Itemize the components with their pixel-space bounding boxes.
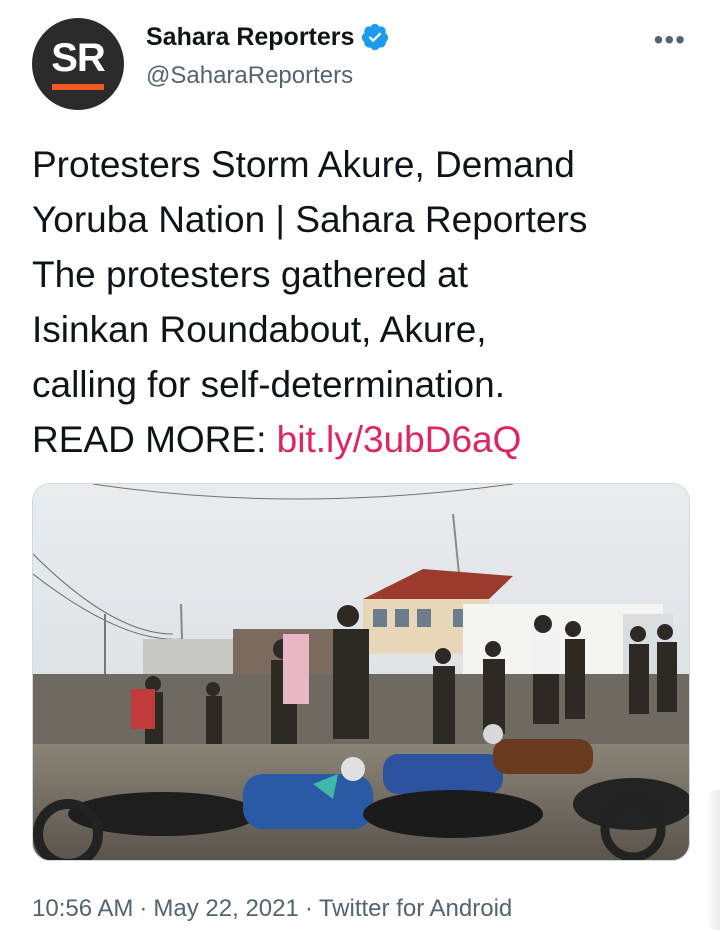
tweet-metadata: 10:56 AM · May 22, 2021 · Twitter for Androi… — [32, 895, 512, 923]
tweet-text: Protesters Storm Akure, Demand Yoruba Na… — [32, 137, 692, 467]
tweet-link[interactable]: bit.ly/3ubD6aQ — [277, 419, 522, 460]
separator-dot: · — [139, 895, 148, 922]
tweet-line: The protesters gathered at — [32, 254, 469, 295]
tweet-line: Protesters Storm Akure, Demand — [32, 144, 575, 185]
tweet-line: calling for self-determination. — [32, 364, 505, 405]
avatar-accent-bar — [52, 84, 104, 90]
avatar[interactable]: SR — [32, 18, 124, 110]
tweet-date[interactable]: May 22, 2021 — [153, 895, 298, 922]
tweet-line: Isinkan Roundabout, Akure, — [32, 309, 487, 350]
read-more-label: READ MORE: — [32, 419, 277, 460]
tweet-line: Yoruba Nation | Sahara Reporters — [32, 199, 588, 240]
tweet-time[interactable]: 10:56 AM — [32, 895, 133, 922]
protest-photo-image — [33, 484, 689, 860]
tweet-source[interactable]: Twitter for Android — [319, 895, 512, 922]
read-more-line: READ MORE: bit.ly/3ubD6aQ — [32, 412, 692, 467]
separator-dot: · — [304, 895, 313, 922]
verified-badge-icon — [362, 23, 389, 51]
author-display-name[interactable]: Sahara Reporters — [146, 23, 354, 52]
author-handle[interactable]: @SaharaReporters — [146, 62, 353, 90]
avatar-initials: SR — [51, 36, 106, 80]
tweet-photo[interactable] — [32, 483, 690, 861]
author-name-row[interactable]: Sahara Reporters — [146, 22, 390, 52]
more-horizontal-icon[interactable]: ••• — [654, 24, 686, 56]
edge-shadow — [706, 790, 720, 930]
